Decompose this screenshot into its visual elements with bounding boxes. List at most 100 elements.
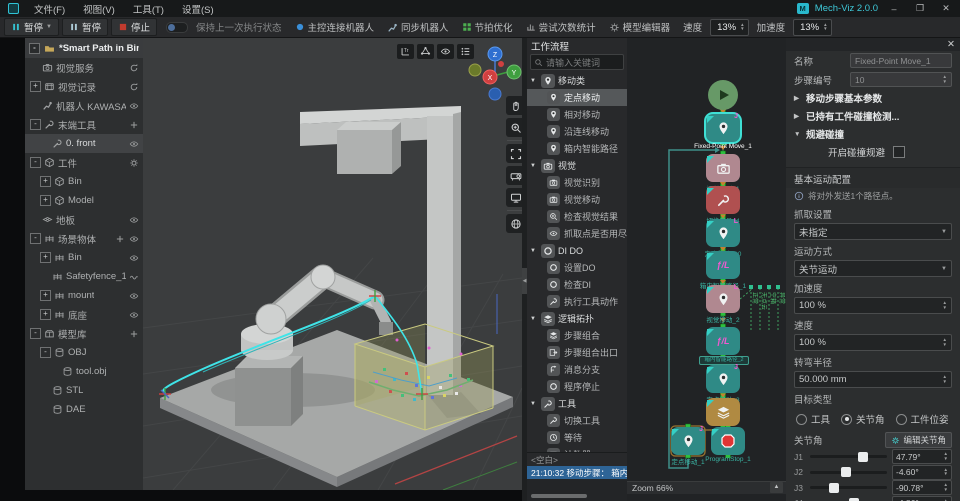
collapse-icon[interactable]: - <box>29 43 40 54</box>
eye-icon[interactable] <box>129 101 139 111</box>
tree-item[interactable]: -模型库 <box>25 324 143 343</box>
basic-motion-config-tab[interactable]: 基本运动配置 <box>786 167 960 188</box>
h-scrollbar-thumb[interactable] <box>531 494 587 498</box>
collapse-icon[interactable]: - <box>30 233 41 244</box>
flow-node[interactable]: ƒ/L <box>706 327 740 355</box>
chevron-down-icon[interactable]: ▼ <box>530 316 538 322</box>
workflow-search-input[interactable]: 请输入关键词 <box>530 54 624 70</box>
proj-tool-button[interactable] <box>506 166 522 185</box>
eye-icon[interactable] <box>129 215 139 225</box>
tri-tool-button[interactable] <box>417 44 434 59</box>
workflow-step[interactable]: 等待 <box>527 429 627 446</box>
eye-icon[interactable] <box>129 253 139 263</box>
workflow-step[interactable]: 设置DO <box>527 259 627 276</box>
tree-item[interactable]: tool.obj <box>25 362 143 381</box>
minimize-button[interactable]: – <box>884 4 904 14</box>
gear-icon[interactable] <box>129 158 139 168</box>
transform-tool-button[interactable]: Tr <box>397 44 414 59</box>
refresh-icon[interactable] <box>129 63 139 73</box>
tree-item[interactable]: -末端工具 <box>25 115 143 134</box>
log-entry-row[interactable]: 21:10:32 移动步骤： 箱内智能路径 <box>527 466 627 479</box>
joint-value-stepper[interactable]: -4.86°▲▼ <box>892 496 952 501</box>
flow-node[interactable] <box>706 186 740 214</box>
collapse-icon[interactable]: - <box>40 347 51 358</box>
joint-value-stepper[interactable]: -90.78°▲▼ <box>892 480 952 495</box>
tree-item[interactable]: -OBJ <box>25 343 143 362</box>
menu-item-1[interactable]: 视图(V) <box>74 2 124 16</box>
pause-button[interactable]: 暂停▼ <box>4 18 59 36</box>
viewport-3d[interactable]: Tr Z X Y <box>143 38 522 490</box>
expand-icon[interactable]: + <box>30 81 41 92</box>
plus-icon[interactable] <box>129 329 139 339</box>
joint-value-stepper[interactable]: -4.60°▲▼ <box>892 465 952 480</box>
panel-close-icon[interactable]: ✕ <box>947 39 955 50</box>
keep-last-state-toggle[interactable] <box>166 22 188 33</box>
cycle-optimize-button[interactable]: 节拍优化 <box>457 20 518 34</box>
stepper[interactable]: 50.000 mm▲▼ <box>794 371 952 388</box>
flow-node[interactable]: J <box>671 427 705 455</box>
globe-tool-button[interactable] <box>506 214 522 233</box>
tree-item[interactable]: 视觉服务 <box>25 58 143 77</box>
scroll-up-button[interactable]: ▲ <box>770 482 783 493</box>
expand-icon[interactable]: + <box>40 195 51 206</box>
zoomp-tool-button[interactable] <box>506 118 522 137</box>
workflow-step[interactable]: 执行工具动作 <box>527 293 627 310</box>
project-root-row[interactable]: - *Smart Path in Bin/V... <box>25 38 143 58</box>
flowchart-canvas[interactable]: 正常无点云空箱异常 JFixed-Point Move_1视觉识别_1切换工具_… <box>627 38 786 501</box>
pause-secondary-button[interactable]: 暂停 <box>62 18 108 36</box>
eye-icon[interactable] <box>129 291 139 301</box>
workflow-step[interactable]: 箱内智能路径 <box>527 140 627 157</box>
expand-icon[interactable]: + <box>40 176 51 187</box>
tree-item[interactable]: +Model <box>25 191 143 210</box>
tree-item[interactable]: +mount <box>25 286 143 305</box>
tree-item[interactable]: +视觉记录 <box>25 77 143 96</box>
workflow-group[interactable]: ▼DI DO <box>527 242 627 259</box>
workflow-scroll-area[interactable] <box>527 479 627 501</box>
chevron-down-icon[interactable]: ▼ <box>530 248 538 254</box>
workflow-step[interactable]: 步骤组合出口 <box>527 344 627 361</box>
wave-icon[interactable] <box>129 272 139 282</box>
tree-item[interactable]: +Bin <box>25 248 143 267</box>
flow-node[interactable] <box>706 154 740 182</box>
joint-slider[interactable] <box>810 455 887 458</box>
flow-node[interactable] <box>706 398 740 426</box>
section-header[interactable]: ▶移动步骤基本参数 <box>786 89 960 107</box>
model-editor-button[interactable]: 模型编辑器 <box>604 20 676 34</box>
sync-robot-button[interactable]: 同步机器人 <box>382 20 454 34</box>
workflow-step[interactable]: 沿连线移动 <box>527 123 627 140</box>
screen-tool-button[interactable] <box>506 188 522 207</box>
eye-tool-button[interactable] <box>437 44 454 59</box>
menu-item-3[interactable]: 设置(S) <box>173 2 223 16</box>
flow-node[interactable] <box>711 427 745 455</box>
flow-node[interactable]: J <box>706 114 740 142</box>
tree-item[interactable]: 机器人 KAWASAK... <box>25 96 143 115</box>
tree-item[interactable]: -工件 <box>25 153 143 172</box>
name-input[interactable]: Fixed-Point Move_1 <box>850 53 952 68</box>
stepper[interactable]: 100 %▲▼ <box>794 297 952 314</box>
orientation-gizmo[interactable]: Z X Y <box>468 42 522 107</box>
flow-play-button[interactable] <box>708 80 738 110</box>
expand-icon[interactable]: + <box>40 309 51 320</box>
workflow-group[interactable]: ▼视觉 <box>527 157 627 174</box>
menu-item-0[interactable]: 文件(F) <box>25 2 74 16</box>
chevron-down-icon[interactable]: ▼ <box>530 163 538 169</box>
plus-icon[interactable] <box>129 120 139 130</box>
flow-node[interactable]: J <box>706 365 740 393</box>
joint-value-stepper[interactable]: 47.79°▲▼ <box>892 449 952 464</box>
tree-item[interactable]: +Bin <box>25 172 143 191</box>
radio-option[interactable]: 工件位姿 <box>896 412 949 426</box>
step-number-stepper[interactable]: 10▲▼ <box>850 72 952 87</box>
expand-icon[interactable]: + <box>40 252 51 263</box>
log-empty-row[interactable]: <空白> <box>527 453 627 466</box>
edit-joint-angles-button[interactable]: 编辑关节角 <box>885 432 952 448</box>
workflow-step[interactable]: 消息分支 <box>527 361 627 378</box>
section-header[interactable]: ▼规避碰撞 <box>786 125 960 143</box>
stop-button[interactable]: 停止 <box>111 18 157 36</box>
flow-node[interactable]: ƒ/L <box>706 251 740 279</box>
tree-item[interactable]: DAE <box>25 400 143 419</box>
flow-node[interactable]: L <box>706 219 740 247</box>
workflow-group[interactable]: ▼移动类 <box>527 72 627 89</box>
workflow-step[interactable]: 程序停止 <box>527 378 627 395</box>
tree-item[interactable]: 0. front <box>25 134 143 153</box>
speed-stepper[interactable]: 13%▲▼ <box>710 19 748 36</box>
